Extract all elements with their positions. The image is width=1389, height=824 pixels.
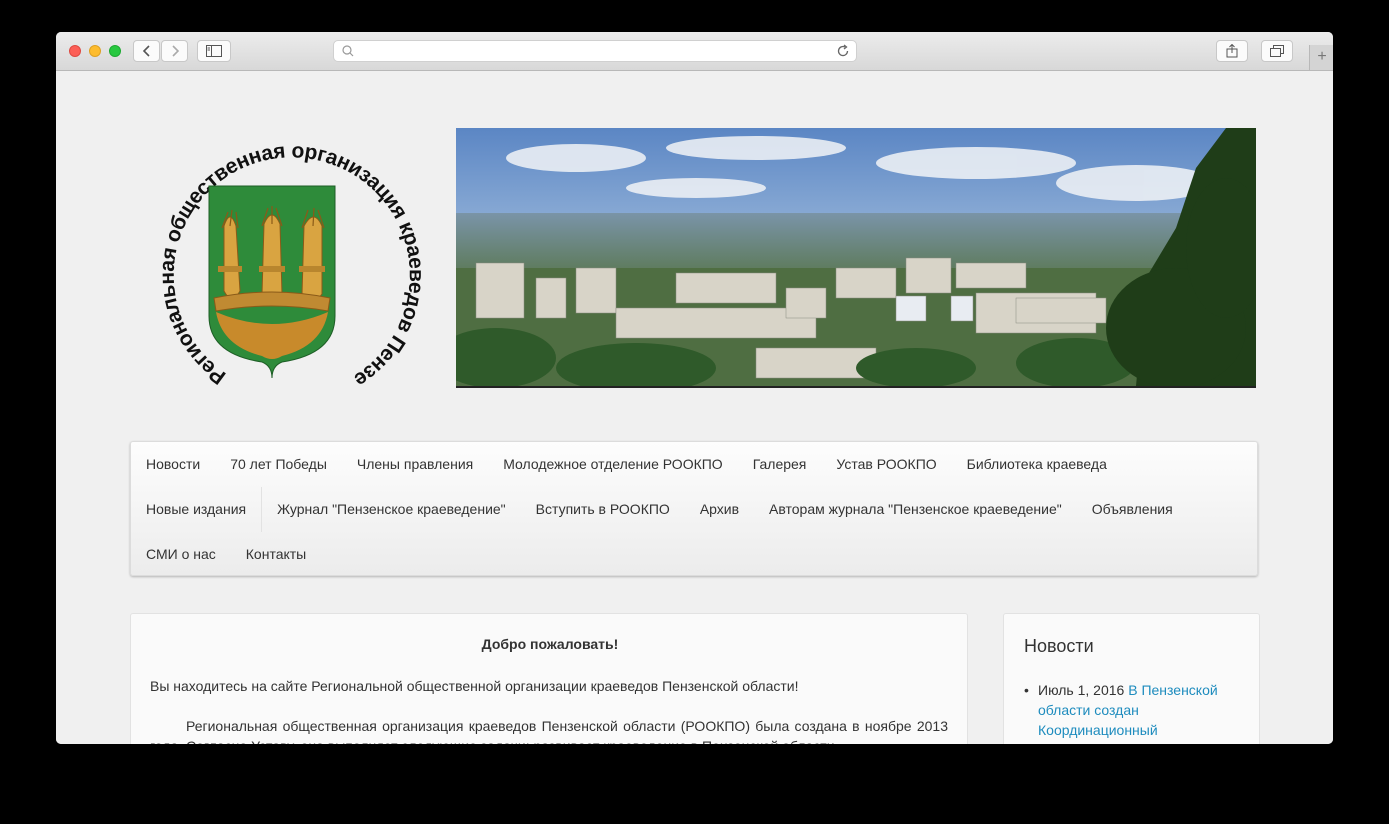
news-date: Июль 1, 2016 (1038, 682, 1125, 698)
about-paragraph: Региональная общественная организация кр… (150, 718, 948, 744)
minimize-window-button[interactable] (89, 45, 101, 57)
back-button[interactable] (133, 40, 160, 62)
nav-item-news[interactable]: Новости (131, 442, 215, 487)
chevron-right-icon (171, 45, 179, 57)
nav-item-join[interactable]: Вступить в РООКПО (521, 487, 685, 532)
reload-icon[interactable] (836, 44, 850, 58)
nav-item-contacts[interactable]: Контакты (231, 532, 321, 577)
sidebar-icon (206, 45, 222, 57)
nav-item-journal-authors[interactable]: Авторам журнала "Пензенское краеведение" (754, 487, 1077, 532)
share-button[interactable] (1216, 40, 1248, 62)
nav-item-library[interactable]: Библиотека краеведа (952, 442, 1122, 487)
tabs-overview-button[interactable] (1261, 40, 1293, 62)
news-list-item: • Июль 1, 2016 В Пензенской области созд… (1024, 680, 1243, 740)
nav-item-archive[interactable]: Архив (685, 487, 754, 532)
new-tab-button[interactable]: + (1309, 45, 1333, 70)
nav-item-gallery[interactable]: Галерея (738, 442, 822, 487)
search-icon (342, 45, 354, 57)
browser-toolbar: + (56, 32, 1333, 71)
sidebar-title: Новости (1024, 636, 1094, 656)
nav-item-new-publications[interactable]: Новые издания (131, 487, 261, 532)
nav-item-victory-70[interactable]: 70 лет Победы (215, 442, 342, 487)
nav-item-announcements[interactable]: Объявления (1077, 487, 1188, 532)
chevron-left-icon (142, 45, 150, 57)
sidebar-toggle-button[interactable] (197, 40, 231, 62)
nav-item-charter[interactable]: Устав РООКПО (821, 442, 951, 487)
nav-row-2: Новые издания Журнал "Пензенское краевед… (131, 487, 1188, 532)
organization-logo[interactable]: Региональная общественная организация кр… (132, 116, 432, 416)
nav-item-board-members[interactable]: Члены правления (342, 442, 488, 487)
close-window-button[interactable] (69, 45, 81, 57)
main-navigation: Новости 70 лет Победы Члены правления Мо… (130, 441, 1258, 576)
address-bar[interactable] (333, 40, 857, 62)
forward-button[interactable] (161, 40, 188, 62)
page-content: Региональная общественная организация кр… (56, 71, 1333, 744)
intro-text: Вы находитесь на сайте Региональной обще… (150, 678, 799, 694)
nav-item-media[interactable]: СМИ о нас (131, 532, 231, 577)
nav-row-1: Новости 70 лет Победы Члены правления Мо… (131, 442, 1122, 487)
tabs-icon (1270, 45, 1284, 57)
share-icon (1226, 44, 1238, 58)
wheat-sheaves-icon (213, 206, 331, 359)
browser-window: + Региональная общественная организация … (56, 32, 1333, 744)
nav-item-journal[interactable]: Журнал "Пензенское краеведение" (261, 487, 521, 532)
zoom-window-button[interactable] (109, 45, 121, 57)
news-list: • Июль 1, 2016 В Пензенской области созд… (1024, 680, 1243, 740)
welcome-heading: Добро пожаловать! (481, 636, 619, 652)
nav-row-3: СМИ о нас Контакты (131, 532, 321, 577)
nav-item-youth-department[interactable]: Молодежное отделение РООКПО (488, 442, 737, 487)
bullet-icon: • (1024, 682, 1029, 698)
main-article: Добро пожаловать! Вы находитесь на сайте… (130, 613, 968, 744)
header-banner-image (456, 128, 1256, 388)
news-sidebar: Новости • Июль 1, 2016 В Пензенской обла… (1003, 613, 1260, 744)
